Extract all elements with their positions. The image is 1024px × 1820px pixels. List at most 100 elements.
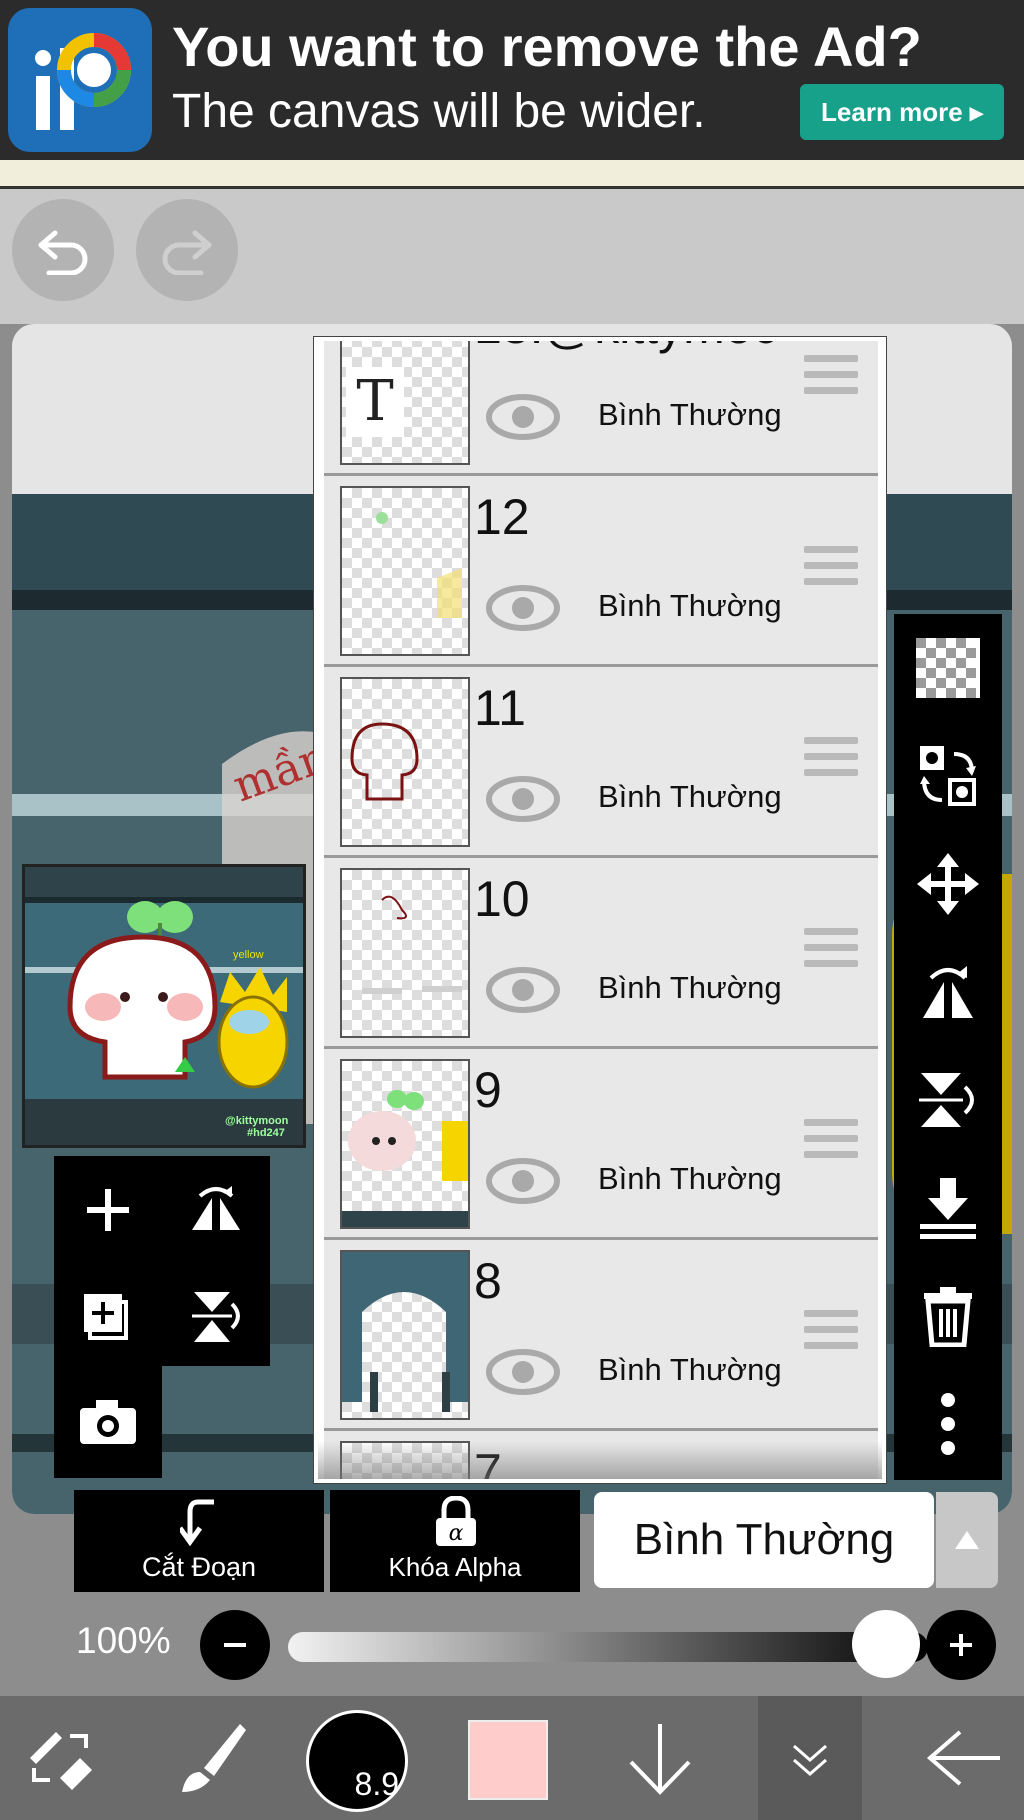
layer-blend-mode: Bình Thường (598, 397, 782, 432)
drag-handle-icon[interactable] (804, 1310, 858, 1360)
flip-horizontal-icon (923, 966, 973, 1018)
layers-panel[interactable]: T 13.@kittymoc Bình Thường 12 Bình Thườn… (314, 337, 886, 1483)
opacity-decrease-button[interactable] (200, 1610, 270, 1680)
add-layer-button[interactable] (54, 1156, 162, 1264)
layer-name: 8 (474, 1253, 502, 1309)
flip-vertical-icon (919, 1073, 974, 1127)
flip-horizontal-layer-button[interactable] (894, 938, 1002, 1046)
more-vertical-icon (941, 1393, 955, 1455)
layer-thumbnail (340, 1250, 470, 1420)
brush-icon (182, 1724, 246, 1792)
layer-name: 11 (474, 680, 526, 736)
color-swatch-button[interactable] (468, 1720, 548, 1800)
right-toolbar (894, 614, 1002, 1480)
opacity-slider[interactable] (288, 1632, 928, 1662)
brush-size-button[interactable]: 8.9 (306, 1710, 408, 1812)
brush-size-value: 8.9 (354, 1766, 399, 1802)
preview-tag-hd: #hd247 (247, 1127, 285, 1139)
opacity-slider-handle[interactable] (852, 1610, 920, 1678)
swap-layers-button[interactable] (894, 722, 1002, 830)
layer-blend-mode: Bình Thường (598, 1352, 782, 1387)
brush-tool-button[interactable] (150, 1696, 270, 1820)
drag-handle-icon[interactable] (804, 355, 858, 405)
scroll-fade (318, 1441, 882, 1479)
layer-row-9[interactable]: 9 Bình Thường (324, 1049, 878, 1240)
eye-icon[interactable] (486, 1348, 560, 1396)
plus-icon (950, 1634, 972, 1656)
layer-tools-pad (54, 1156, 270, 1366)
clipping-button[interactable]: Cắt Đoạn (74, 1490, 324, 1592)
flip-vertical-layer-button[interactable] (894, 1046, 1002, 1154)
duplicate-layer-button[interactable] (54, 1262, 162, 1370)
layer-blend-mode: Bình Thường (598, 1161, 782, 1196)
layer-blend-mode: Bình Thường (598, 970, 782, 1005)
camera-tool-pad (54, 1366, 162, 1478)
layer-name: 10 (474, 871, 530, 927)
layer-name: 12 (474, 489, 530, 545)
flip-vertical-icon (192, 1292, 240, 1342)
flip-horizontal-button[interactable] (162, 1156, 270, 1264)
ad-divider (0, 160, 1024, 189)
svg-text:α: α (449, 1521, 464, 1546)
canvas-preview[interactable]: yellow @kittymoon #hd247 (22, 864, 306, 1148)
clipping-icon (180, 1499, 214, 1546)
camera-button[interactable] (54, 1368, 162, 1476)
clipping-label: Cắt Đoạn (141, 1552, 257, 1582)
layer-row-13[interactable]: T 13.@kittymoc Bình Thường (324, 341, 878, 476)
layer-thumbnail: T (340, 341, 470, 465)
eye-icon[interactable] (486, 1157, 560, 1205)
learn-more-button[interactable]: Learn more ▸ (800, 84, 1004, 140)
ad-subtitle: The canvas will be wider. (172, 85, 706, 138)
lock-icon: α (436, 1496, 476, 1546)
opacity-increase-button[interactable] (926, 1610, 996, 1680)
preview-tag-kittymoon: @kittymoon (225, 1115, 289, 1127)
back-button[interactable] (904, 1696, 1024, 1820)
undo-button[interactable] (12, 199, 114, 301)
drag-handle-icon[interactable] (804, 737, 858, 787)
minus-icon (224, 1643, 246, 1647)
layer-blend-mode: Bình Thường (598, 588, 782, 623)
flip-horizontal-icon (192, 1186, 240, 1230)
alpha-lock-button[interactable]: α Khóa Alpha (330, 1490, 580, 1592)
layer-blend-mode: Bình Thường (598, 779, 782, 814)
double-chevron-down-icon (793, 1744, 827, 1776)
drag-handle-icon[interactable] (804, 546, 858, 596)
eye-icon[interactable] (486, 966, 560, 1014)
move-icon (917, 853, 979, 915)
transparent-background-button[interactable] (894, 614, 1002, 722)
swap-icon (920, 746, 976, 806)
move-button[interactable] (894, 830, 1002, 938)
arrow-down-icon (629, 1724, 691, 1795)
eye-icon[interactable] (486, 584, 560, 632)
delete-layer-button[interactable] (894, 1262, 1002, 1370)
collapse-panel-button[interactable] (758, 1696, 862, 1820)
layer-row-8[interactable]: 8 Bình Thường (324, 1240, 878, 1431)
layer-row-11[interactable]: 11 Bình Thường (324, 667, 878, 858)
eye-icon[interactable] (486, 393, 560, 441)
blend-mode-select[interactable]: Bình Thường (594, 1492, 934, 1588)
layer-name: 13.@kittymoc (474, 341, 778, 355)
more-options-button[interactable] (894, 1370, 1002, 1478)
tool-switch-button[interactable] (0, 1696, 120, 1820)
layer-thumbnail (340, 486, 470, 656)
layer-row-12[interactable]: 12 Bình Thường (324, 476, 878, 667)
duplicate-icon (84, 1294, 128, 1340)
checkerboard-icon (916, 638, 980, 698)
merge-down-button[interactable] (894, 1154, 1002, 1262)
layer-row-10[interactable]: 10 Bình Thường (324, 858, 878, 1049)
ibispaint-logo (8, 8, 152, 152)
eye-icon[interactable] (486, 775, 560, 823)
redo-button[interactable] (136, 199, 238, 301)
top-toolbar (0, 189, 1024, 324)
drag-handle-icon[interactable] (804, 1119, 858, 1169)
triangle-up-icon (955, 1531, 979, 1549)
layer-down-button[interactable] (600, 1696, 720, 1820)
layer-name: 9 (474, 1062, 502, 1118)
blend-mode-dropdown-button[interactable] (936, 1492, 998, 1588)
ad-banner[interactable]: You want to remove the Ad? The canvas wi… (0, 0, 1024, 160)
undo-icon (38, 230, 88, 275)
layer-thumbnail (340, 677, 470, 847)
flip-vertical-button[interactable] (162, 1262, 270, 1370)
drag-handle-icon[interactable] (804, 928, 858, 978)
trash-icon (924, 1287, 972, 1347)
